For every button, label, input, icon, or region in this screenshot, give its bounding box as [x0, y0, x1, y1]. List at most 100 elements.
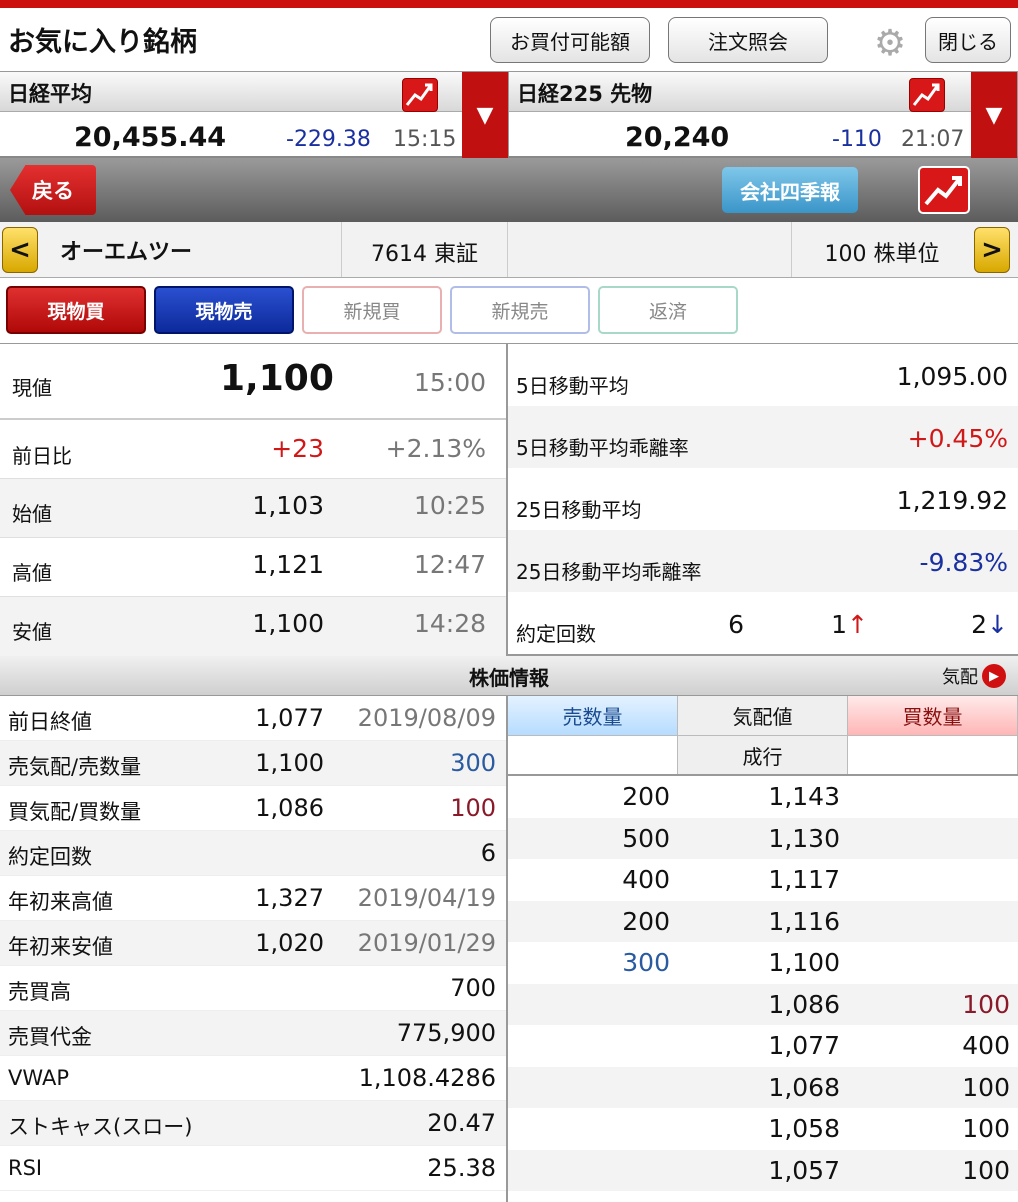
buying-power-button[interactable]: お買付可能額	[490, 17, 650, 63]
info-label: RSI	[8, 1156, 43, 1180]
order-book-row: 1,057 100	[508, 1149, 1018, 1192]
margin-sell-button[interactable]: 新規売	[450, 286, 590, 334]
kehai-link[interactable]: 気配 ▶	[942, 663, 1006, 689]
sell-qty-header: 売数量	[508, 696, 678, 736]
quarterly-report-button[interactable]: 会社四季報	[722, 167, 858, 213]
buy-qty: 100	[962, 989, 1010, 1019]
order-book-row: 200 1,116	[508, 900, 1018, 942]
chart-icon[interactable]	[402, 78, 438, 112]
info-label: 買気配/買数量	[8, 800, 142, 824]
order-book-row: 200 1,143	[508, 776, 1018, 818]
ma5-dev-label: 5日移動平均乖離率	[516, 436, 689, 460]
info-row-turnover: 売買代金 775,900	[0, 1011, 506, 1056]
low-label: 安値	[12, 620, 52, 644]
top-accent-bar	[0, 0, 1018, 8]
index-ticker: 日経平均 ▼ 20,455.44 -229.38 15:15 日経225 先物 …	[0, 72, 1018, 158]
trades-label: 約定回数	[516, 622, 596, 646]
cash-buy-button[interactable]: 現物買	[6, 286, 146, 334]
index-nikkei[interactable]: 日経平均 ▼ 20,455.44 -229.38 15:15	[0, 72, 509, 158]
page-title: お気に入り銘柄	[8, 27, 197, 58]
info-value: 1,077	[255, 704, 324, 732]
quote-price: 1,116	[768, 906, 840, 936]
price-panel: 現値 1,100 15:00 前日比 +23 +2.13% 始値 1,103 1…	[0, 344, 508, 656]
cash-sell-button[interactable]: 現物売	[154, 286, 294, 334]
stock-selector: < オーエムツー 7614 東証 100 株単位 >	[0, 222, 1018, 278]
quote-price: 1,117	[768, 865, 840, 894]
low-value: 1,100	[252, 609, 324, 638]
sell-qty: 200	[622, 782, 670, 811]
change-value: +23	[271, 434, 324, 463]
info-extra: 2019/01/29	[357, 929, 496, 957]
trades-count: 6	[728, 610, 744, 639]
order-inquiry-button[interactable]: 注文照会	[668, 17, 828, 63]
index-value: 20,240	[625, 122, 730, 153]
arrow-down-icon: ↓	[987, 610, 1008, 639]
info-label: 約定回数	[8, 845, 92, 869]
info-extra: 25.38	[427, 1154, 496, 1182]
buy-qty: 100	[962, 1114, 1010, 1143]
chevron-down-icon[interactable]: ▼	[462, 72, 508, 158]
next-stock-button[interactable]: >	[974, 227, 1010, 273]
info-extra: 775,900	[396, 1019, 496, 1047]
back-button[interactable]: 戻る	[10, 165, 96, 215]
info-row-ask: 売気配/売数量 1,100 300	[0, 741, 506, 786]
info-row-rsi: RSI 25.38	[0, 1146, 506, 1191]
high-time: 12:47	[413, 550, 486, 579]
ma5-dev-value: +0.45%	[907, 424, 1008, 453]
buy-qty	[848, 942, 1018, 984]
sell-qty: 400	[622, 865, 670, 894]
prev-stock-button[interactable]: <	[2, 227, 38, 273]
sell-qty: 200	[622, 906, 670, 936]
order-book-row: 1,086 100	[508, 983, 1018, 1026]
low-row: 安値 1,100 14:28	[0, 597, 506, 656]
chart-icon[interactable]	[918, 166, 970, 214]
current-label: 現値	[12, 376, 52, 400]
index-time: 15:15	[393, 127, 457, 152]
info-value: 1,020	[255, 929, 324, 957]
open-value: 1,103	[252, 491, 324, 520]
buy-qty	[848, 859, 1018, 901]
quote-price: 1,058	[768, 1114, 840, 1143]
close-button[interactable]: 閉じる	[925, 17, 1011, 63]
info-label: 売買高	[8, 980, 71, 1004]
sell-qty: 500	[622, 823, 670, 853]
change-row: 前日比 +23 +2.13%	[0, 420, 506, 479]
gear-icon[interactable]: ⚙	[872, 26, 908, 62]
margin-buy-button[interactable]: 新規買	[302, 286, 442, 334]
info-row-vwap: VWAP 1,108.4286	[0, 1056, 506, 1101]
stock-code: 7614 東証	[342, 222, 508, 277]
quote-price: 1,057	[768, 1155, 840, 1185]
repay-button[interactable]: 返済	[598, 286, 738, 334]
order-book-row: 1,077 400	[508, 1025, 1018, 1067]
current-price: 1,100	[220, 358, 334, 399]
index-change: -110	[832, 127, 882, 152]
ma5-row: 5日移動平均 1,095.00	[508, 344, 1018, 406]
open-row: 始値 1,103 10:25	[0, 479, 506, 538]
trades-up: 1↑	[831, 610, 868, 639]
stock-unit: 100 株単位	[824, 242, 940, 267]
nav-bar: 戻る 会社四季報	[0, 158, 1018, 222]
app-header: お気に入り銘柄 お買付可能額 注文照会 ⚙ 閉じる	[0, 8, 1018, 72]
sell-qty	[508, 984, 678, 1026]
sell-qty	[508, 1150, 678, 1192]
info-extra: 300	[450, 749, 496, 777]
info-label: VWAP	[8, 1066, 70, 1090]
info-row-stochastic: ストキャス(スロー) 20.47	[0, 1101, 506, 1146]
order-book-row: 500 1,130	[508, 817, 1018, 860]
market-sell-cell	[508, 736, 678, 774]
ma25-label: 25日移動平均	[516, 498, 642, 522]
section-title: 株価情報	[469, 666, 549, 690]
info-label: 年初来安値	[8, 935, 113, 959]
index-change: -229.38	[286, 127, 371, 152]
detail-area: 前日終値 1,077 2019/08/09 売気配/売数量 1,100 300 …	[0, 696, 1018, 1202]
current-price-row: 現値 1,100 15:00	[0, 344, 506, 420]
quote-price: 1,068	[768, 1072, 840, 1102]
chart-icon[interactable]	[909, 78, 945, 112]
chevron-down-icon[interactable]: ▼	[971, 72, 1017, 158]
info-extra: 100	[450, 794, 496, 822]
index-nikkei-futures[interactable]: 日経225 先物 ▼ 20,240 -110 21:07	[509, 72, 1018, 158]
order-book-row: 300 1,100	[508, 942, 1018, 984]
stock-name: オーエムツー	[40, 222, 342, 277]
buy-qty	[848, 818, 1018, 860]
info-extra: 2019/08/09	[357, 704, 496, 732]
